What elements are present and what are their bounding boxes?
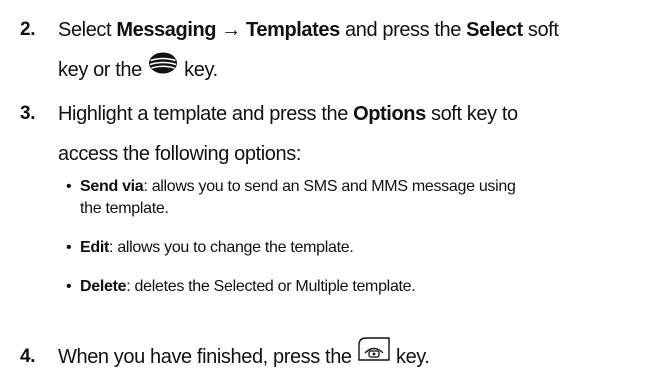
list-item: • Delete: deletes the Selected or Multip…: [58, 276, 660, 298]
step-line-2: key or the key.: [58, 50, 664, 91]
bullet: •: [66, 239, 72, 256]
option-name: Send via: [80, 178, 144, 195]
step-line-1: Highlight a template and press the Optio…: [58, 103, 518, 125]
option-description: : allows you to change the template.: [109, 239, 354, 256]
select-softkey-label: Select: [466, 19, 523, 41]
step-number: 4.: [20, 346, 36, 367]
navigation-key-icon: [147, 49, 179, 89]
list-item: • Send via: allows you to send an SMS an…: [58, 176, 660, 220]
step-line-1: When you have finished, press the key.: [58, 337, 664, 378]
step-text: When you have finished, press the key.: [58, 337, 664, 378]
manual-page: 2. Select Messaging → Templates and pres…: [0, 0, 670, 379]
option-description: : deletes the Selected or Multiple templ…: [126, 278, 416, 295]
bullet: •: [66, 178, 72, 195]
step-number: 2.: [20, 19, 36, 40]
end-power-key-icon: [357, 336, 391, 376]
step-text: Highlight a template and press the Optio…: [58, 94, 664, 174]
menu-path: Messaging → Templates: [116, 19, 340, 41]
option-name: Edit: [80, 239, 110, 256]
step-text: Select Messaging → Templates and press t…: [58, 10, 664, 91]
option-description-cont: the template.: [80, 200, 169, 217]
list-item: • Edit: allows you to change the templat…: [58, 237, 660, 259]
options-softkey-label: Options: [353, 103, 426, 125]
step-number: 3.: [20, 103, 36, 124]
option-name: Delete: [80, 278, 127, 295]
option-description: : allows you to send an SMS and MMS mess…: [143, 178, 516, 195]
options-list: • Send via: allows you to send an SMS an…: [58, 176, 660, 298]
step-line-2: access the following options:: [58, 143, 301, 165]
bullet: •: [66, 278, 72, 295]
step-line-1: Select Messaging → Templates and press t…: [58, 19, 559, 41]
